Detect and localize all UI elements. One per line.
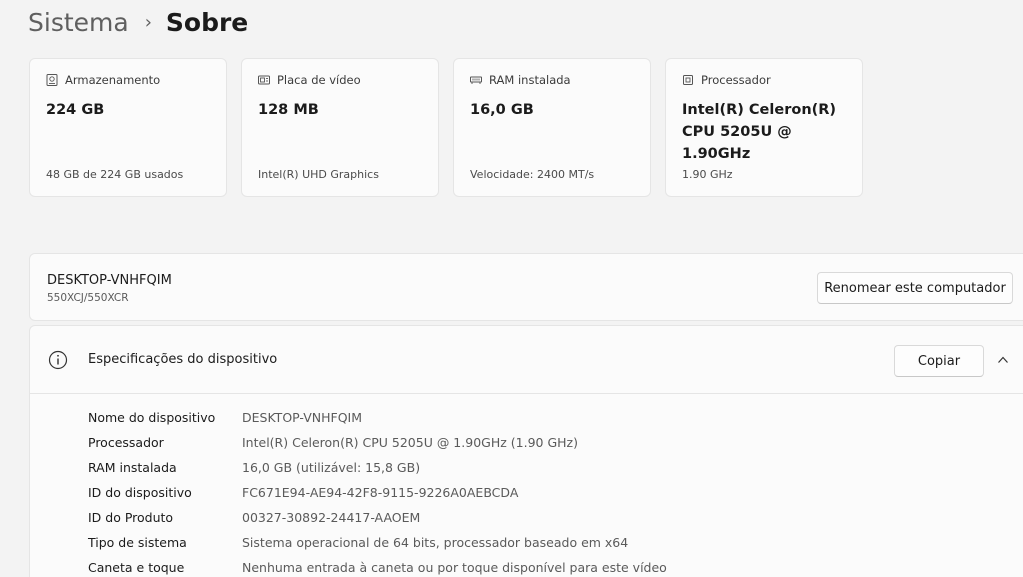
chevron-up-icon[interactable] (997, 354, 1009, 366)
gpu-card-value: 128 MB (258, 102, 319, 118)
ram-card-title: RAM instalada (489, 73, 571, 87)
info-icon (48, 350, 68, 370)
storage-card: Armazenamento 224 GB 48 GB de 224 GB usa… (29, 58, 227, 197)
gpu-card-header: Placa de vídeo (258, 73, 361, 87)
page-title: Sobre (165, 7, 249, 37)
device-model: 550XCJ/550XCR (47, 292, 129, 304)
processor-icon (683, 75, 693, 85)
ram-card-sub: Velocidade: 2400 MT/s (470, 168, 595, 181)
spec-label: Processador (88, 435, 164, 450)
gpu-card-title: Placa de vídeo (277, 73, 361, 87)
device-specs-panel: Especificações do dispositivo Copiar Nom… (29, 325, 1023, 577)
breadcrumb-separator: › (144, 11, 152, 33)
ram-icon (470, 76, 482, 84)
spec-row-device-name: Nome do dispositivo DESKTOP-VNHFQIM (88, 405, 667, 430)
spec-label: Nome do dispositivo (88, 410, 216, 425)
storage-icon (46, 74, 58, 86)
breadcrumb: Sistema › Sobre (28, 2, 248, 42)
ram-card-header: RAM instalada (470, 73, 571, 87)
spec-row-product-id: ID do Produto 00327-30892-24417-AAOEM (88, 505, 667, 530)
ram-card-value: 16,0 GB (470, 102, 534, 118)
processor-card-sub: 1.90 GHz (682, 168, 733, 181)
spec-row-ram: RAM instalada 16,0 GB (utilizável: 15,8 … (88, 455, 667, 480)
storage-card-value: 224 GB (46, 102, 105, 118)
spec-value: DESKTOP-VNHFQIM (242, 410, 363, 425)
spec-value: Nenhuma entrada à caneta ou por toque di… (242, 560, 667, 575)
spec-label: ID do dispositivo (88, 485, 192, 500)
spec-label: Tipo de sistema (88, 535, 187, 550)
gpu-card-sub: Intel(R) UHD Graphics (258, 168, 379, 181)
spec-row-device-id: ID do dispositivo FC671E94-AE94-42F8-911… (88, 480, 667, 505)
spec-value: Intel(R) Celeron(R) CPU 5205U @ 1.90GHz … (242, 435, 578, 450)
device-name-panel: DESKTOP-VNHFQIM 550XCJ/550XCR Renomear e… (29, 253, 1023, 321)
device-specs-header[interactable]: Especificações do dispositivo Copiar (30, 326, 1023, 394)
processor-card-header: Processador (682, 73, 771, 87)
storage-card-sub: 48 GB de 224 GB usados (46, 168, 184, 181)
spec-row-processor: Processador Intel(R) Celeron(R) CPU 5205… (88, 430, 667, 455)
breadcrumb-parent[interactable]: Sistema (28, 8, 129, 37)
about-page: Sistema › Sobre Armazenamento 224 GB 48 … (0, 0, 1023, 577)
spec-value: 16,0 GB (utilizável: 15,8 GB) (242, 460, 421, 475)
copy-specs-button[interactable]: Copiar (894, 345, 984, 377)
device-name: DESKTOP-VNHFQIM (47, 273, 172, 288)
device-specs-list: Nome do dispositivo DESKTOP-VNHFQIM Proc… (88, 405, 667, 577)
spec-label: RAM instalada (88, 460, 177, 475)
spec-label: Caneta e toque (88, 560, 185, 575)
gpu-card: Placa de vídeo 128 MB Intel(R) UHD Graph… (241, 58, 439, 197)
rename-pc-button[interactable]: Renomear este computador (817, 272, 1013, 304)
processor-card-value: Intel(R) Celeron(R) CPU 5205U @ 1.90GHz (682, 102, 837, 162)
device-specs-title: Especificações do dispositivo (88, 352, 278, 367)
storage-card-title: Armazenamento (65, 73, 161, 87)
spec-row-system-type: Tipo de sistema Sistema operacional de 6… (88, 530, 667, 555)
spec-value: 00327-30892-24417-AAOEM (242, 510, 421, 525)
processor-card-title: Processador (701, 73, 771, 87)
spec-value: FC671E94-AE94-42F8-9115-9226A0AEBCDA (242, 485, 519, 500)
spec-label: ID do Produto (88, 510, 174, 525)
spec-value: Sistema operacional de 64 bits, processa… (242, 535, 629, 550)
spec-row-pen-touch: Caneta e toque Nenhuma entrada à caneta … (88, 555, 667, 577)
gpu-icon (258, 75, 270, 85)
storage-card-header: Armazenamento (46, 73, 160, 87)
processor-card: Processador Intel(R) Celeron(R) CPU 5205… (665, 58, 863, 197)
ram-card: RAM instalada 16,0 GB Velocidade: 2400 M… (453, 58, 651, 197)
